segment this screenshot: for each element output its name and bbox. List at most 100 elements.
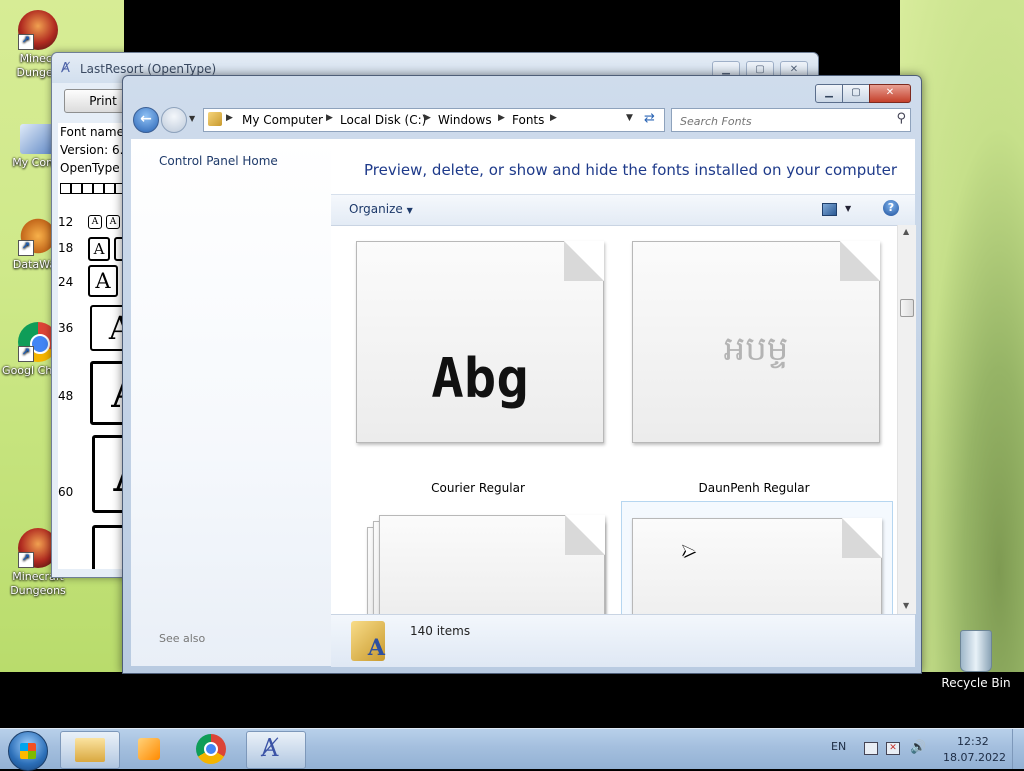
font-app-icon: Ⱥ [61, 61, 70, 76]
back-arrow-icon[interactable]: ← [133, 107, 159, 133]
command-bar: Organize ▼ ▼ ? [331, 194, 915, 226]
size-label: 48 [58, 389, 74, 403]
breadcrumb-separator-icon: ▶ [550, 113, 557, 123]
help-icon[interactable]: ? [883, 200, 899, 216]
page-fold [842, 518, 882, 558]
shortcut-arrow-icon: ↗ [18, 240, 34, 256]
vertical-scrollbar[interactable]: ▲ ▼ [897, 225, 916, 614]
recycle-bin-label: Recycle Bin [941, 676, 1011, 690]
maximize-button[interactable]: ▢ [842, 84, 870, 103]
font-preview-text: ឣបម្ទ [723, 329, 789, 369]
control-panel-home-link[interactable]: Control Panel Home [159, 154, 278, 168]
chevron-down-icon: ▼ [406, 206, 413, 215]
breadcrumb-fonts[interactable]: Fonts [512, 113, 544, 127]
shortcut-arrow-icon: ↗ [18, 346, 34, 362]
recycle-bin-icon [960, 630, 992, 672]
taskbar-font-viewer[interactable]: Ⱥ [246, 731, 306, 769]
font-preview-page: ឣបម្ទ [632, 241, 880, 443]
fonts-folder-large-icon: A [351, 621, 385, 661]
size-label: 36 [58, 321, 74, 335]
show-desktop-button[interactable] [1012, 729, 1024, 769]
size-label: 12 [58, 215, 74, 229]
organize-button[interactable]: Organize ▼ [349, 202, 413, 216]
font-preview-text: Abg [431, 347, 529, 410]
glyph-box: A [92, 435, 124, 513]
size-label: 18 [58, 241, 74, 255]
recent-pages-chevron-icon[interactable]: ▼ [189, 114, 195, 123]
minecraft-icon: ↗ [18, 10, 58, 50]
font-list: Abg Courier Regular ឣបម្ទ DaunPenh Regul… [331, 225, 897, 614]
chrome-icon [196, 734, 226, 764]
font-name-label: DaunPenh Regular [698, 481, 810, 495]
breadcrumb-separator-icon: ▶ [326, 113, 333, 123]
scroll-up-icon[interactable]: ▲ [903, 227, 909, 236]
font-viewer-content: Font name: Version: 6.0 OpenType 12 A A … [58, 123, 124, 569]
glyph-box: A [106, 215, 120, 229]
glyph-box: A [88, 237, 110, 261]
refresh-icon[interactable]: ⇄ [644, 111, 655, 126]
mouse-cursor-icon: ➤ [681, 541, 697, 562]
size-label: 60 [58, 485, 74, 499]
font-preview-page: Abg [356, 241, 604, 443]
shortcut-arrow-icon: ↗ [18, 552, 34, 568]
taskbar-media-player[interactable] [120, 731, 178, 767]
scroll-thumb[interactable] [900, 299, 914, 317]
clock-time[interactable]: 12:32 [957, 735, 989, 748]
breadcrumb-separator-icon: ▶ [424, 113, 431, 123]
search-box[interactable]: ⚲ [671, 108, 911, 132]
page-fold [840, 241, 880, 281]
glyph-strip [60, 183, 124, 197]
breadcrumb-my-computer[interactable]: My Computer [242, 113, 323, 127]
font-preview-page [632, 518, 882, 614]
start-button[interactable] [8, 731, 48, 771]
taskbar: Ⱥ EN ✕ 🔊 12:32 18.07.2022 [0, 728, 1024, 771]
address-bar[interactable]: ▶ My Computer ▶ Local Disk (C:) ▶ Window… [203, 108, 665, 132]
desktop-icon-recycle-bin[interactable]: Recycle Bin [940, 630, 1012, 690]
breadcrumb-local-disk[interactable]: Local Disk (C:) [340, 113, 426, 127]
font-tile-courier[interactable]: Abg Courier Regular [353, 241, 604, 495]
font-name-label: Font name: [60, 125, 124, 139]
glyph-box: A [90, 305, 124, 351]
address-dropdown-icon[interactable]: ▼ [626, 113, 633, 123]
glyph-box: A [88, 215, 102, 229]
taskbar-explorer[interactable] [60, 731, 120, 769]
item-count: 140 items [410, 624, 471, 638]
content-pane: Preview, delete, or show and hide the fo… [331, 139, 916, 614]
forward-arrow-icon[interactable] [161, 107, 187, 133]
breadcrumb-separator-icon: ▶ [226, 113, 233, 123]
taskbar-chrome[interactable] [182, 731, 240, 767]
network-warning-icon[interactable]: ✕ [886, 742, 900, 755]
scroll-down-icon[interactable]: ▼ [903, 601, 909, 610]
desktop: ↗ Minecr Dungeo My Comp ↗ DataWag ↗ Goog… [0, 0, 1024, 728]
minimize-button[interactable]: ▁ [815, 84, 843, 103]
font-tile-daunpenh[interactable]: ឣបម្ទ DaunPenh Regular [629, 241, 880, 495]
navigation-pane: Control Panel Home See also [131, 139, 331, 666]
see-also-label: See also [159, 632, 206, 645]
breadcrumb-windows[interactable]: Windows [438, 113, 492, 127]
navigation-bar: ← ▼ ▶ My Computer ▶ Local Disk (C:) ▶ Wi… [131, 105, 913, 135]
language-indicator[interactable]: EN [831, 740, 846, 753]
media-player-icon [138, 738, 160, 760]
clock-date[interactable]: 18.07.2022 [943, 751, 1006, 764]
search-input[interactable] [678, 111, 882, 131]
details-pane: A 140 items [331, 614, 915, 667]
desktop-icon-label-line2: Dungeons [10, 584, 66, 597]
glyph-box: A [90, 361, 124, 425]
view-options-icon[interactable] [822, 203, 837, 216]
page-fold [564, 241, 604, 281]
volume-icon[interactable]: 🔊 [910, 740, 926, 755]
font-tile-family[interactable] [353, 515, 605, 614]
action-center-icon[interactable] [864, 742, 878, 755]
font-tile-hovered[interactable] [621, 501, 893, 614]
font-type-label: OpenType [60, 161, 120, 175]
size-label: 24 [58, 275, 74, 289]
breadcrumb-separator-icon: ▶ [498, 113, 505, 123]
windows-logo-icon [20, 743, 36, 759]
font-name-label: Courier Regular [431, 481, 525, 495]
fonts-folder-icon [208, 112, 222, 126]
search-icon[interactable]: ⚲ [896, 111, 906, 126]
page-fold [565, 515, 605, 555]
view-dropdown-icon[interactable]: ▼ [845, 204, 851, 213]
close-button[interactable]: ✕ [869, 84, 911, 103]
font-version-label: Version: 6.0 [60, 143, 124, 157]
